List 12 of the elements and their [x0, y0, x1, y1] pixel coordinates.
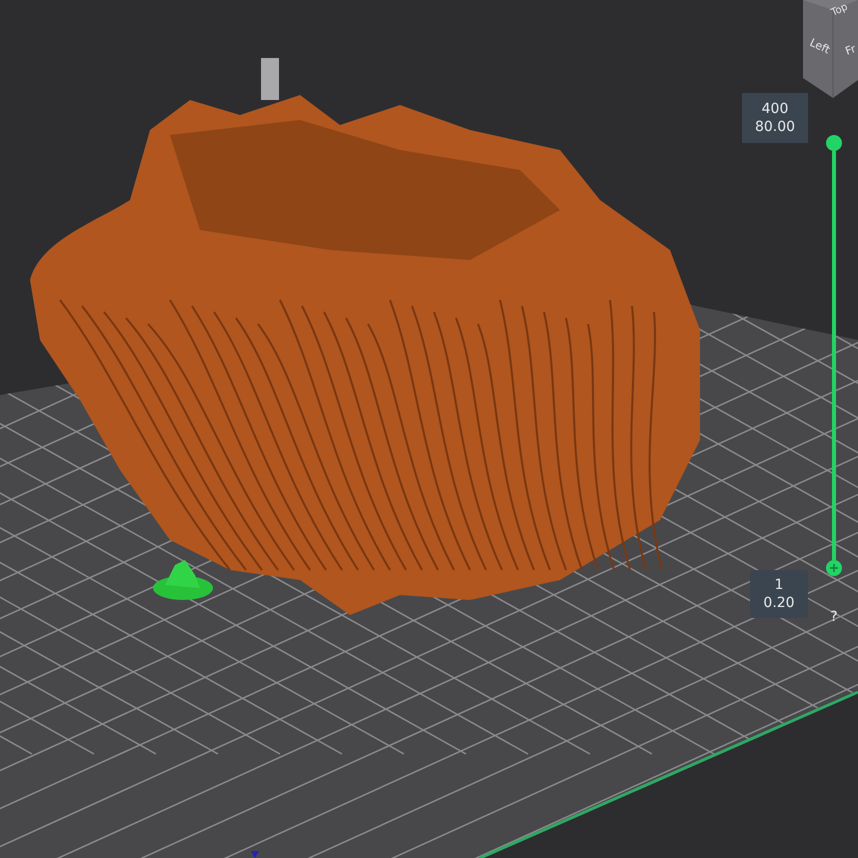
- help-button[interactable]: ?: [826, 607, 842, 627]
- cube-face-label: Top: [830, 2, 850, 19]
- slider-thumb[interactable]: [826, 135, 842, 151]
- view-cube[interactable]: Top Left Fr: [803, 0, 858, 100]
- layer-height: 80.00: [754, 118, 796, 136]
- layer-number: 400: [762, 100, 788, 118]
- layer-height: 0.20: [763, 594, 795, 612]
- plus-icon: [829, 563, 839, 573]
- cube-face-label: Fr: [844, 42, 858, 58]
- layer-number: 1: [774, 576, 784, 594]
- layer-slider-track[interactable]: [832, 151, 836, 560]
- cube-face-label: Left: [808, 36, 832, 56]
